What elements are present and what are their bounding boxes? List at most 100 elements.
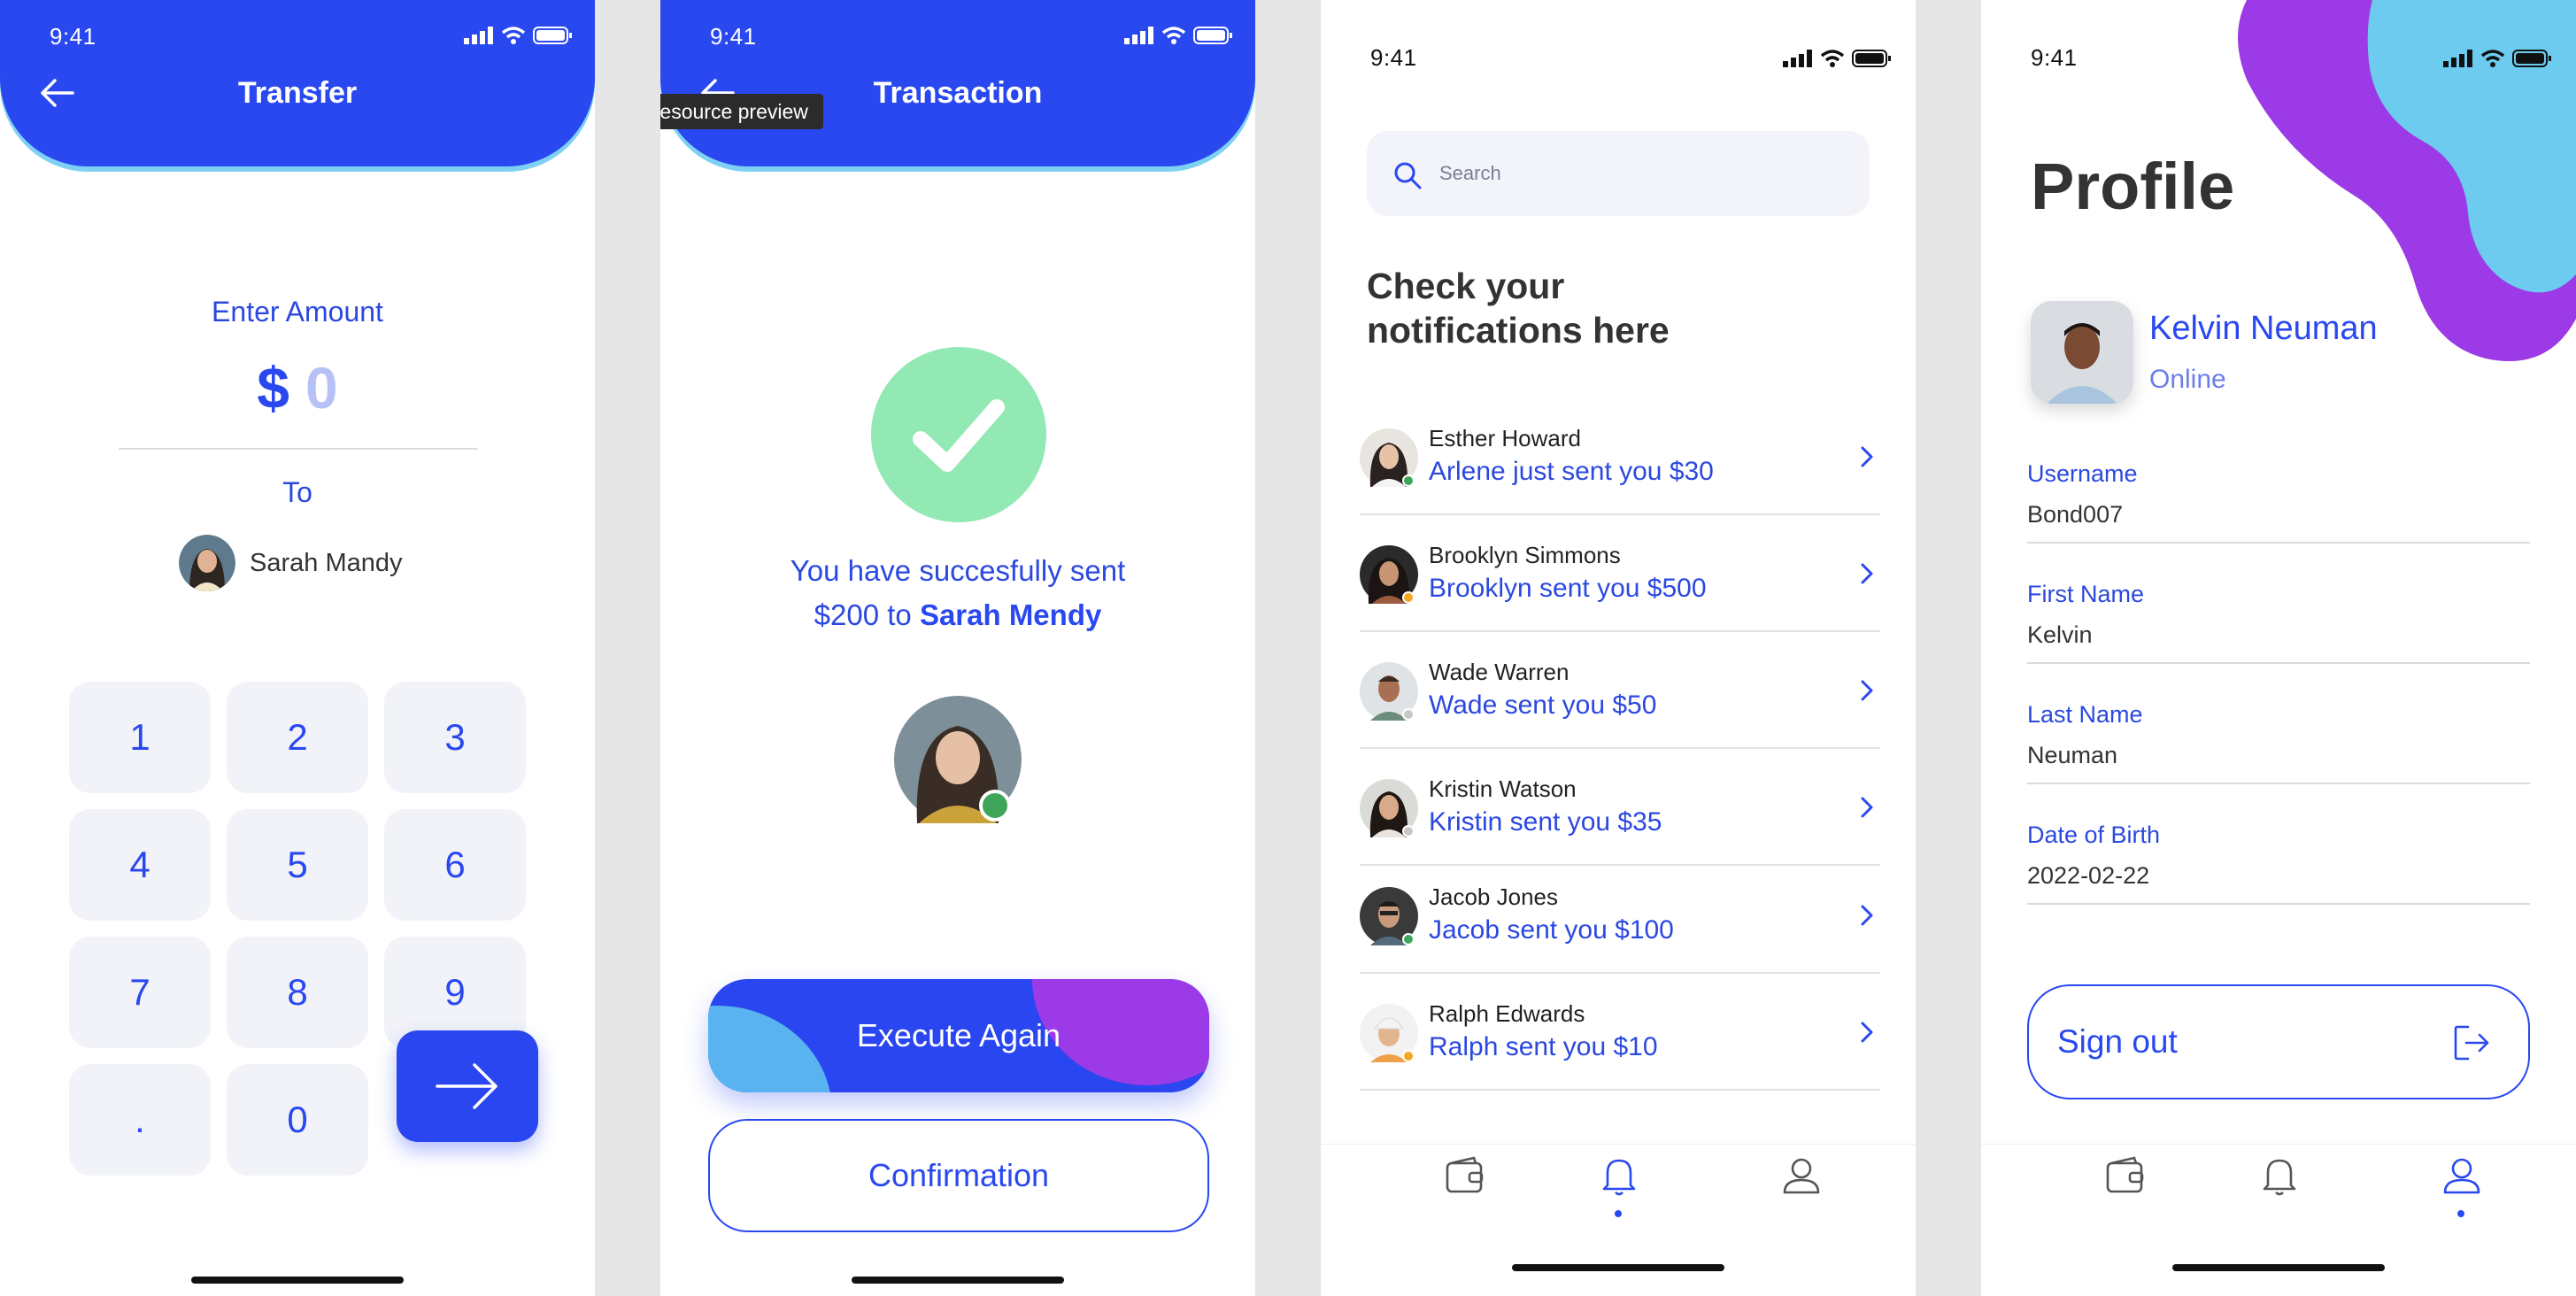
status-icons (1124, 27, 1232, 44)
user-icon (2443, 1158, 2480, 1194)
wallet-icon (1446, 1156, 1484, 1193)
transaction-header: 9:41 Transaction (660, 0, 1255, 166)
status-icons (464, 27, 572, 44)
first-name-value[interactable]: Kelvin (2027, 621, 2093, 649)
currency-symbol: $ (257, 355, 289, 420)
status-time: 9:41 (2031, 44, 2078, 71)
next-button[interactable] (397, 1030, 538, 1142)
key-5[interactable]: 5 (227, 809, 368, 921)
wallet-icon (2106, 1156, 2144, 1193)
divider (2027, 662, 2530, 664)
battery-icon (1193, 27, 1232, 44)
key-0[interactable]: 0 (227, 1064, 368, 1176)
divider (119, 448, 478, 450)
chevron-right-icon (1861, 797, 1873, 818)
tab-bar (1321, 1144, 1916, 1296)
search-input[interactable] (1439, 154, 1847, 193)
to-label: To (282, 476, 312, 508)
tab-notifications[interactable] (1583, 1145, 1654, 1233)
avatar[interactable] (2031, 301, 2133, 404)
execute-again-button[interactable]: Execute Again (708, 979, 1209, 1092)
active-tab-indicator (2457, 1210, 2464, 1217)
status-dot (1402, 474, 1415, 487)
signal-icon (2443, 50, 2472, 67)
key-1[interactable]: 1 (69, 682, 211, 793)
status-time: 9:41 (50, 23, 96, 50)
home-indicator (2172, 1264, 2385, 1271)
success-line-1: You have succesfully sent (790, 554, 1126, 587)
wifi-icon (501, 27, 526, 44)
profile-photo (2031, 301, 2133, 404)
sender-name: Kristin Watson (1429, 775, 1577, 802)
success-line-2: $200 to Sarah Mendy (660, 593, 1255, 637)
status-dot (1402, 933, 1415, 945)
chevron-right-icon (1861, 1022, 1873, 1043)
chevron-right-icon (1861, 905, 1873, 926)
divider (2027, 542, 2530, 544)
page-title: Profile (2031, 150, 2235, 223)
wifi-icon (1820, 50, 1845, 67)
execute-again-label: Execute Again (856, 1017, 1061, 1053)
amount-display[interactable]: $0 (0, 354, 595, 421)
enter-amount-label: Enter Amount (212, 296, 383, 328)
logout-icon (2454, 1025, 2489, 1061)
key-7[interactable]: 7 (69, 937, 211, 1048)
date-of-birth-value[interactable]: 2022-02-22 (2027, 862, 2149, 890)
chevron-right-icon (1861, 446, 1873, 467)
signal-icon (1783, 50, 1812, 67)
sender-name: Brooklyn Simmons (1429, 542, 1621, 568)
sign-out-label: Sign out (2057, 1023, 2178, 1060)
first-name-label: First Name (2027, 581, 2145, 607)
search-bar[interactable] (1367, 131, 1870, 216)
last-name-value[interactable]: Neuman (2027, 742, 2117, 769)
key-6[interactable]: 6 (384, 809, 526, 921)
success-recipient: Sarah Mendy (919, 598, 1102, 631)
success-amount: $200 to (814, 598, 920, 631)
wifi-icon (1161, 27, 1186, 44)
notification-item[interactable]: Ralph Edwards Ralph sent you $10 (1360, 976, 1880, 1091)
key-4[interactable]: 4 (69, 809, 211, 921)
notification-item[interactable]: Esther Howard Arlene just sent you $30 (1360, 400, 1880, 515)
recipient-avatar (894, 696, 1022, 823)
success-message: You have succesfully sent $200 to Sarah … (660, 549, 1255, 637)
last-name-label: Last Name (2027, 701, 2143, 728)
success-badge (871, 347, 1046, 522)
key-2[interactable]: 2 (227, 682, 368, 793)
battery-icon (2512, 50, 2551, 67)
notification-message: Arlene just sent you $30 (1429, 457, 1714, 486)
notifications-heading: Check your notifications here (1367, 264, 1863, 352)
home-indicator (1512, 1264, 1724, 1271)
key-8[interactable]: 8 (227, 937, 368, 1048)
battery-icon (1852, 50, 1891, 67)
arrow-right-icon (436, 1063, 497, 1109)
recipient-selector[interactable]: Sarah Mandy (179, 535, 403, 591)
home-indicator (852, 1277, 1064, 1284)
amount-value: 0 (305, 355, 338, 420)
transfer-screen: 9:41 Transfer Enter Amount $0 To Sarah M… (0, 0, 595, 1296)
tab-notifications[interactable] (2243, 1145, 2314, 1233)
heading-line-1: Check your (1367, 266, 1565, 306)
notification-item[interactable]: Jacob Jones Jacob sent you $100 (1360, 868, 1880, 974)
sign-out-button[interactable]: Sign out (2027, 984, 2530, 1099)
confirmation-button[interactable]: Confirmation (708, 1119, 1209, 1232)
profile-status: Online (2149, 365, 2226, 394)
tab-wallet[interactable] (1429, 1145, 1500, 1233)
key-3[interactable]: 3 (384, 682, 526, 793)
key-dot[interactable]: . (69, 1064, 211, 1176)
tab-profile[interactable] (2426, 1145, 2496, 1233)
status-time: 9:41 (1370, 44, 1417, 71)
home-indicator (191, 1277, 404, 1284)
status-icons (1783, 50, 1891, 67)
tab-wallet[interactable] (2089, 1145, 2160, 1233)
chevron-right-icon (1861, 563, 1873, 584)
notification-message: Kristin sent you $35 (1429, 807, 1662, 837)
avatar (179, 535, 235, 591)
notification-item[interactable]: Brooklyn Simmons Brooklyn sent you $500 (1360, 517, 1880, 632)
transaction-screen: 9:41 Transaction You have succesfully se… (660, 0, 1255, 1296)
notifications-screen: 9:41 Check your notifications here Esthe… (1321, 0, 1916, 1296)
tab-profile[interactable] (1765, 1145, 1836, 1233)
notification-item[interactable]: Wade Warren Wade sent you $50 (1360, 634, 1880, 749)
username-value[interactable]: Bond007 (2027, 501, 2123, 528)
sender-name: Ralph Edwards (1429, 1000, 1585, 1027)
notification-item[interactable]: Kristin Watson Kristin sent you $35 (1360, 751, 1880, 866)
